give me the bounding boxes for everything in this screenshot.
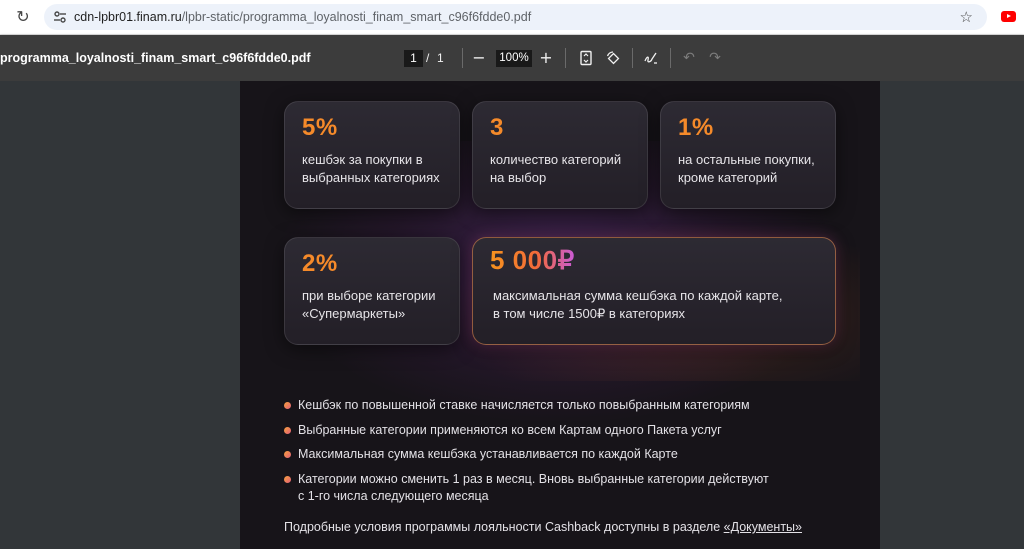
footer-text: Подробные условия программы лояльности C… (284, 520, 724, 534)
benefit-value: 3 (490, 114, 504, 141)
benefit-value: 5% (302, 114, 338, 141)
pdf-file-name: programma_loyalnosti_finam_smart_c96f6fd… (0, 51, 311, 65)
bullet-dot-icon (284, 426, 291, 434)
footer-note: Подробные условия программы лояльности C… (284, 519, 802, 536)
benefit-description-line: на остальные покупки, (678, 152, 815, 167)
benefit-value: 1% (678, 114, 714, 141)
benefit-description-line: кешбэк за покупки в (302, 152, 423, 167)
zoom-out-button[interactable]: − (468, 47, 490, 69)
benefit-description: при выборе категории «Супермаркеты» (302, 287, 436, 323)
list-item-text: с 1-го числа следующего месяца (298, 488, 489, 503)
benefit-value: 5 000₽ (490, 245, 575, 275)
toolbar-divider (565, 48, 566, 68)
youtube-extension-icon[interactable] (1001, 11, 1016, 22)
undo-icon[interactable]: ↶ (678, 47, 700, 69)
list-item-text: Категории можно сменить 1 раз в месяц. В… (298, 471, 769, 486)
browser-address-bar: ↻ cdn-lpbr01.finam.ru/lpbr-static/progra… (0, 0, 1024, 35)
bullet-dot-icon (284, 402, 291, 409)
url-text[interactable]: cdn-lpbr01.finam.ru/lpbr-static/programm… (74, 4, 531, 30)
benefit-description-line: выбранных категориях (302, 170, 440, 185)
bookmark-star-icon[interactable]: ☆ (960, 4, 973, 30)
toolbar-divider (670, 48, 671, 68)
benefit-description: на остальные покупки, кроме категорий (678, 151, 815, 187)
bullet-dot-icon (284, 475, 291, 483)
annotate-pen-icon[interactable] (640, 47, 662, 69)
benefit-description-line: при выборе категории (302, 288, 436, 303)
pdf-page: 5% кешбэк за покупки в выбранных категор… (240, 81, 880, 549)
benefit-description-line: на выбор (490, 170, 547, 185)
page-number-input[interactable]: 1 (404, 50, 423, 67)
zoom-in-button[interactable]: + (535, 47, 557, 69)
list-item: Выбранные категории применяются ко всем … (284, 422, 844, 439)
rotate-icon[interactable] (602, 47, 624, 69)
benefit-description-line: количество категорий (490, 152, 622, 167)
benefit-description-line: кроме категорий (678, 170, 778, 185)
page-total: 1 (437, 51, 444, 65)
pdf-toolbar: programma_loyalnosti_finam_smart_c96f6fd… (0, 35, 1024, 81)
list-item: Кешбэк по повышенной ставке начисляется … (284, 397, 844, 414)
list-item-text: Максимальная сумма кешбэка устанавливает… (298, 447, 678, 461)
bullet-dot-icon (284, 451, 291, 458)
benefit-card-cashback-2: 2% при выборе категории «Супермаркеты» (284, 237, 460, 345)
list-item-text: Кешбэк по повышенной ставке начисляется … (298, 398, 750, 412)
list-item-text: Выбранные категории применяются ко всем … (298, 422, 722, 437)
benefit-description: максимальная сумма кешбэка по каждой кар… (493, 287, 782, 323)
benefit-card-max-cashback: 5 000₽ максимальная сумма кешбэка по каж… (472, 237, 836, 345)
list-item: Максимальная сумма кешбэка устанавливает… (284, 446, 844, 463)
benefit-description: количество категорий на выбор (490, 151, 621, 187)
page-separator: / (426, 51, 430, 65)
omnibox[interactable]: cdn-lpbr01.finam.ru/lpbr-static/programm… (44, 4, 987, 30)
conditions-list: Кешбэк по повышенной ставке начисляется … (284, 397, 844, 512)
zoom-level-input[interactable]: 100% (496, 50, 532, 67)
benefit-description: кешбэк за покупки в выбранных категориях (302, 151, 440, 187)
benefit-description-line: «Супермаркеты» (302, 306, 406, 321)
list-item: Категории можно сменить 1 раз в месяц. В… (284, 471, 844, 505)
url-path: /lpbr-static/programma_loyalnosti_finam_… (181, 10, 532, 24)
pdf-viewer[interactable]: 5% кешбэк за покупки в выбранных категор… (0, 81, 1024, 549)
benefit-card-cashback-1: 1% на остальные покупки, кроме категорий (660, 101, 836, 209)
site-info-icon[interactable] (52, 9, 68, 25)
benefit-card-categories-count: 3 количество категорий на выбор (472, 101, 648, 209)
reload-icon[interactable]: ↻ (12, 6, 34, 28)
url-host: cdn-lpbr01.finam.ru (74, 10, 182, 24)
documents-link[interactable]: «Документы» (724, 520, 802, 534)
fit-page-icon[interactable] (575, 47, 597, 69)
benefit-description-line: в том числе 1500₽ в категориях (493, 306, 686, 321)
benefit-card-cashback-5: 5% кешбэк за покупки в выбранных категор… (284, 101, 460, 209)
benefit-description-line: максимальная сумма кешбэка по каждой кар… (493, 288, 783, 303)
toolbar-divider (632, 48, 633, 68)
benefit-value: 2% (302, 250, 338, 277)
toolbar-divider (462, 48, 463, 68)
redo-icon[interactable]: ↷ (704, 47, 726, 69)
